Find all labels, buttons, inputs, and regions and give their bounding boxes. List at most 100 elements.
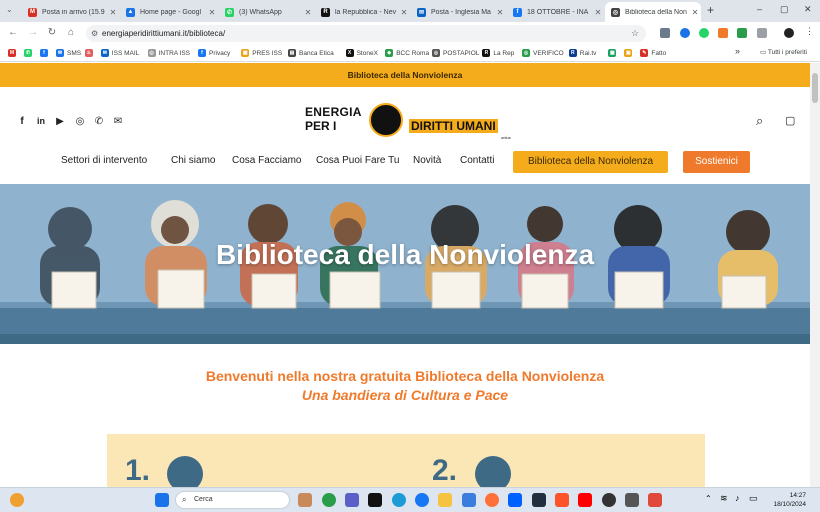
taskbar-app-dropbox[interactable] [508, 493, 522, 507]
browser-tab[interactable]: Rla Repubblica - Nev ✕ [315, 2, 410, 22]
browser-menu-icon[interactable]: ⋮ [805, 26, 814, 37]
nav-novita[interactable]: Novità [413, 155, 441, 166]
forward-arrow-icon[interactable]: → [26, 26, 40, 40]
tray-overflow-icon[interactable]: ⌃ [705, 494, 712, 503]
volume-icon[interactable]: ♪ [735, 493, 740, 503]
battery-icon[interactable]: ▭ [749, 493, 758, 504]
bookmark-item[interactable]: ◆ BCC Roma [385, 47, 429, 59]
extension-green-icon[interactable] [737, 28, 747, 38]
taskbar-app-calculator[interactable] [625, 493, 639, 507]
tab-close-icon[interactable]: ✕ [206, 8, 218, 17]
bookmark-star-icon[interactable]: ☆ [631, 25, 639, 42]
nav-library-button[interactable]: Biblioteca della Nonviolenza [513, 151, 668, 173]
page-scrollbar[interactable] [810, 63, 820, 487]
nav-settori[interactable]: Settori di intervento [61, 155, 147, 166]
profile-avatar[interactable] [784, 28, 794, 38]
taskbar-search[interactable]: ⌕ Cerca [175, 491, 290, 509]
tab-close-icon[interactable]: ✕ [689, 8, 701, 17]
tab-close-icon[interactable]: ✕ [592, 8, 604, 17]
browser-tab[interactable]: f 18 OTTOBRE - INA ✕ [507, 2, 604, 22]
browser-tab[interactable]: ✉ Posta - Inglesia Ma ✕ [411, 2, 506, 22]
taskbar-app-store[interactable] [462, 493, 476, 507]
bookmark-item[interactable]: ♨ [84, 47, 96, 59]
nav-cosa-facciamo[interactable]: Cosa Facciamo [232, 155, 301, 166]
browser-tab[interactable]: M Posta in arrivo (15.9 ✕ [22, 2, 119, 22]
bookmark-item[interactable]: ◎ INTRA ISS [147, 47, 190, 59]
taskbar-app-edge[interactable] [392, 493, 406, 507]
email-icon[interactable]: ✉ [112, 116, 124, 127]
nav-contatti[interactable]: Contatti [460, 155, 494, 166]
home-icon[interactable]: ⌂ [64, 26, 78, 40]
search-icon[interactable]: ⌕ [756, 113, 763, 129]
close-window-icon[interactable]: ✕ [804, 4, 812, 15]
site-info-icon[interactable]: ⚙ [91, 25, 98, 42]
extension-adblock-icon[interactable] [680, 28, 690, 38]
nav-chi-siamo[interactable]: Chi siamo [171, 155, 215, 166]
taskbar-app-files[interactable] [438, 493, 452, 507]
tab-close-icon[interactable]: ✕ [494, 8, 506, 17]
browser-tab[interactable]: ◎ Biblioteca della Non ✕ [605, 2, 701, 22]
bookmark-item[interactable]: f Privacy [198, 47, 230, 59]
bookmark-item[interactable]: R Rai.tv [568, 47, 596, 59]
support-button[interactable]: Sostienici [683, 151, 750, 173]
bookmark-item[interactable]: R La Rep [482, 47, 514, 59]
extension-translate-icon[interactable] [660, 28, 670, 38]
browser-tab[interactable]: ▲ Home page - Googl ✕ [120, 2, 218, 22]
scrollbar-thumb[interactable] [812, 73, 818, 103]
new-tab-button[interactable]: + [707, 3, 714, 17]
bookmark-item[interactable]: ✆ [24, 47, 35, 59]
browser-tab[interactable]: ✆ (3) WhatsApp ✕ [219, 2, 314, 22]
bookmark-item[interactable]: ✉ SMS [56, 47, 81, 59]
back-arrow-icon[interactable]: ← [6, 26, 20, 40]
bookmark-item[interactable]: ◎ VERIFICO [522, 47, 564, 59]
minimize-window-icon[interactable]: – [757, 4, 762, 14]
maximize-window-icon[interactable]: ▢ [780, 4, 789, 15]
bookmark-item[interactable]: ◎ POSTAPIOL [432, 47, 479, 59]
facebook-icon[interactable]: f [16, 116, 28, 127]
bookmark-item[interactable]: ▦ [608, 47, 619, 59]
tab-close-icon[interactable]: ✕ [107, 8, 119, 17]
taskbar-app-amazon[interactable] [532, 493, 546, 507]
taskbar-app-soccer[interactable] [602, 493, 616, 507]
nav-cosa-puoi-fare[interactable]: Cosa Puoi Fare Tu [316, 155, 399, 166]
phone-icon[interactable]: ✆ [93, 116, 105, 127]
taskbar-app-firefox[interactable] [485, 493, 499, 507]
taskbar-app-teams[interactable] [345, 493, 359, 507]
windows-start-icon[interactable] [155, 493, 169, 507]
extensions-puzzle-icon[interactable] [757, 28, 767, 38]
all-bookmarks-folder[interactable]: ▭ Tutti i preferiti [760, 48, 807, 56]
system-clock[interactable]: 14:27 18/10/2024 [760, 491, 806, 509]
bookmark-item[interactable]: ✉ ISS MAIL [100, 47, 139, 59]
wifi-icon[interactable]: ≋ [720, 493, 728, 504]
weather-widget-icon[interactable] [10, 493, 24, 507]
taskbar-app-brave[interactable] [555, 493, 569, 507]
youtube-icon[interactable]: ▶ [54, 116, 66, 127]
tab-search-icon[interactable]: ⌄ [6, 5, 13, 14]
extension-orange-icon[interactable] [718, 28, 728, 38]
top-announcement-bar[interactable]: Biblioteca della Nonviolenza [0, 63, 810, 87]
bookmarks-overflow-icon[interactable]: » [735, 46, 740, 56]
bookmark-item[interactable]: ▦ PRES ISS [241, 47, 282, 59]
bookmark-item[interactable]: ✎ Fatto [640, 47, 666, 59]
tab-close-icon[interactable]: ✕ [302, 8, 314, 17]
bookmark-item[interactable]: f [40, 47, 51, 59]
taskbar-app-pdf[interactable] [648, 493, 662, 507]
extension-whatsapp-icon[interactable] [699, 28, 709, 38]
bookmark-item[interactable]: X StoneX [345, 47, 378, 59]
taskbar-app-chrome[interactable] [322, 493, 336, 507]
bookmark-item[interactable]: ▤ Banca Etica [288, 47, 334, 59]
hero-title: Biblioteca della Nonviolenza [215, 239, 595, 270]
reload-icon[interactable]: ↻ [45, 26, 59, 40]
taskbar-app-gallery[interactable] [298, 493, 312, 507]
bookmark-item[interactable]: M [8, 47, 19, 59]
instagram-icon[interactable]: ◎ [74, 116, 86, 127]
linkedin-icon[interactable]: in [35, 116, 47, 126]
taskbar-app-x[interactable] [368, 493, 382, 507]
taskbar-app-youtube[interactable] [578, 493, 592, 507]
bookmark-item[interactable]: ▣ [624, 47, 635, 59]
address-bar[interactable]: ⚙ energiaperidirittiumani.it/biblioteca/… [86, 25, 646, 42]
site-logo[interactable]: ENERGIA PER I DIRITTI UMANI onlus [305, 101, 515, 141]
taskbar-app-facebook[interactable] [415, 493, 429, 507]
cart-icon[interactable]: ▢ [785, 114, 795, 127]
tab-close-icon[interactable]: ✕ [398, 8, 410, 17]
